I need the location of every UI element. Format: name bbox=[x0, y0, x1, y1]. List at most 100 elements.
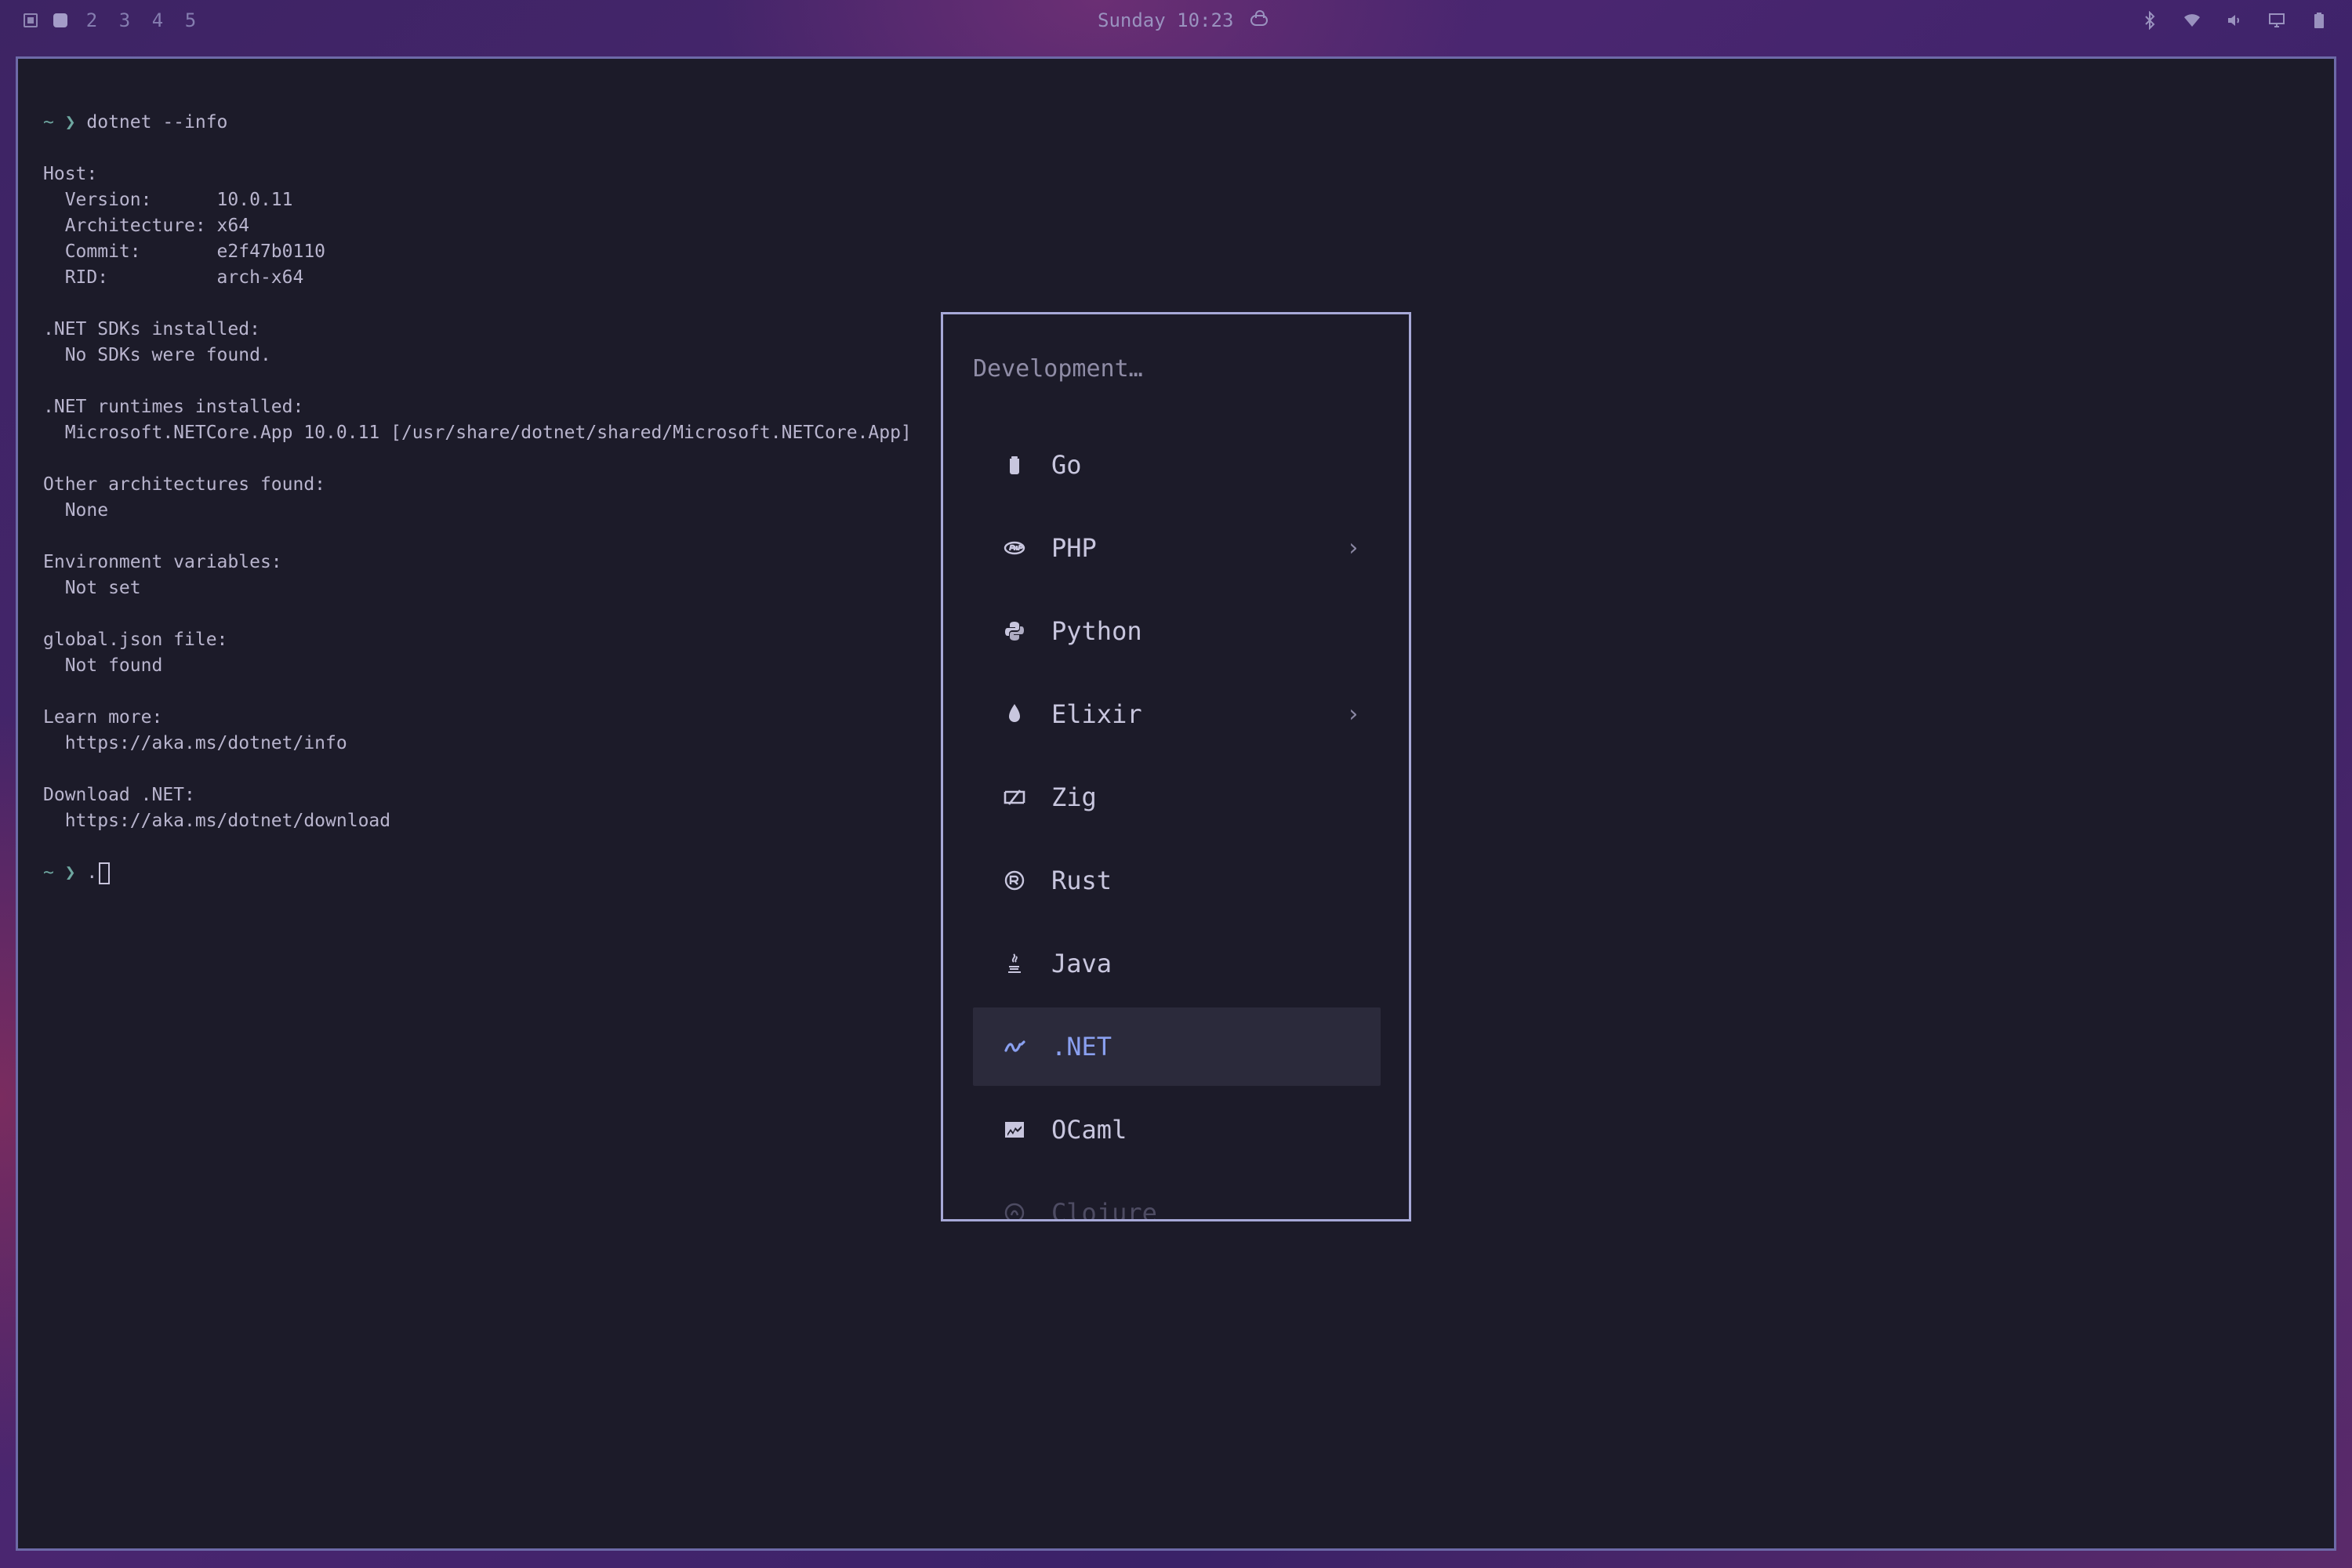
menu-item-rust[interactable]: Rust bbox=[973, 841, 1381, 920]
terminal-line: Environment variables: bbox=[43, 550, 912, 575]
zig-icon bbox=[1003, 786, 1026, 809]
terminal-line-text: RID: arch-x64 bbox=[43, 267, 304, 288]
terminal-line-text: Microsoft.NETCore.App 10.0.11 [/usr/shar… bbox=[43, 423, 912, 443]
menu-item-ocaml[interactable]: OCaml bbox=[973, 1091, 1381, 1169]
terminal-input-line[interactable]: ~ ❯ . bbox=[43, 860, 912, 886]
terminal-line: Learn more: bbox=[43, 705, 912, 731]
php-icon bbox=[1003, 536, 1026, 560]
menu-item-php[interactable]: PHP › bbox=[973, 509, 1381, 587]
terminal-line: No SDKs were found. bbox=[43, 343, 912, 368]
menu-item-label: Clojure bbox=[1051, 1198, 1157, 1221]
terminal-line-text: dotnet --info bbox=[86, 112, 228, 132]
menu-item-zig[interactable]: Zig bbox=[973, 758, 1381, 837]
volume-icon[interactable] bbox=[2225, 11, 2244, 30]
workspace-5[interactable]: 5 bbox=[182, 9, 199, 31]
menu-item-net[interactable]: .NET bbox=[973, 1007, 1381, 1086]
ocaml-icon bbox=[1003, 1118, 1026, 1142]
dotnet-icon bbox=[1003, 1035, 1026, 1058]
terminal-input[interactable]: . bbox=[86, 860, 97, 886]
terminal-line: Microsoft.NETCore.App 10.0.11 [/usr/shar… bbox=[43, 420, 912, 446]
terminal-line-text: .NET runtimes installed: bbox=[43, 397, 304, 417]
terminal-line-text: Not found bbox=[43, 655, 163, 676]
terminal-line: global.json file: bbox=[43, 627, 912, 653]
terminal-line-text: No SDKs were found. bbox=[43, 345, 271, 365]
workspace-4[interactable]: 4 bbox=[149, 9, 166, 31]
menu-item-label: Python bbox=[1051, 616, 1142, 646]
terminal-line: ~ ❯ dotnet --info bbox=[43, 110, 912, 136]
java-icon bbox=[1003, 952, 1026, 975]
top-bar: 2 3 4 5 Sunday 10:23 bbox=[0, 0, 2352, 41]
prompt-symbol: ~ ❯ bbox=[43, 112, 87, 132]
workspace-2[interactable]: 2 bbox=[83, 9, 100, 31]
weather-cloud-icon bbox=[1250, 10, 1269, 26]
rust-icon bbox=[1003, 869, 1026, 892]
terminal-line-text: Host: bbox=[43, 164, 98, 184]
menu-item-elixir[interactable]: Elixir › bbox=[973, 675, 1381, 753]
workspace-1-active-icon[interactable] bbox=[53, 13, 67, 27]
menu-item-label: Zig bbox=[1051, 782, 1097, 812]
terminal-line: Download .NET: bbox=[43, 782, 912, 808]
menu-item-clojure[interactable]: Clojure bbox=[973, 1174, 1381, 1221]
terminal-line: Host: bbox=[43, 162, 912, 187]
system-tray bbox=[2140, 0, 2328, 41]
chevron-right-icon: › bbox=[1345, 700, 1360, 728]
menu-item-label: Go bbox=[1051, 450, 1082, 480]
terminal-line: https://aka.ms/dotnet/download bbox=[43, 808, 912, 834]
menu-title: Development… bbox=[973, 355, 1143, 383]
menu-item-python[interactable]: Python bbox=[973, 592, 1381, 670]
menu-item-label: PHP bbox=[1051, 533, 1097, 563]
workspace-switcher: 2 3 4 5 bbox=[24, 0, 199, 41]
terminal-output: ~ ❯ dotnet --info Host: Version: 10.0.11 … bbox=[43, 110, 912, 886]
display-icon[interactable] bbox=[2267, 11, 2286, 30]
terminal-line-text: Learn more: bbox=[43, 707, 163, 728]
go-icon bbox=[1003, 453, 1026, 477]
terminal-line: Version: 10.0.11 bbox=[43, 187, 912, 213]
terminal-line: Commit: e2f47b0110 bbox=[43, 239, 912, 265]
terminal-line-text: Environment variables: bbox=[43, 552, 282, 572]
terminal-line: Architecture: x64 bbox=[43, 213, 912, 239]
terminal-line: Other architectures found: bbox=[43, 472, 912, 498]
terminal-line-text: Version: 10.0.11 bbox=[43, 190, 293, 210]
terminal-line-text: Not set bbox=[43, 578, 141, 598]
terminal-line-text: Architecture: x64 bbox=[43, 216, 250, 236]
terminal-line-text: Download .NET: bbox=[43, 785, 195, 805]
terminal-line-text: https://aka.ms/dotnet/download bbox=[43, 811, 391, 831]
terminal-line-text: Commit: e2f47b0110 bbox=[43, 241, 326, 262]
clock[interactable]: Sunday 10:23 bbox=[1098, 9, 1233, 31]
battery-icon[interactable] bbox=[2310, 11, 2328, 30]
bluetooth-icon[interactable] bbox=[2140, 11, 2159, 30]
workspace-overview-icon[interactable] bbox=[24, 13, 38, 27]
menu-item-go[interactable]: Go bbox=[973, 426, 1381, 504]
wifi-icon[interactable] bbox=[2183, 11, 2201, 30]
terminal-line: Not found bbox=[43, 653, 912, 679]
clojure-icon bbox=[1003, 1201, 1026, 1219]
terminal-line-text: https://aka.ms/dotnet/info bbox=[43, 733, 347, 753]
terminal-line: Not set bbox=[43, 575, 912, 601]
menu-item-label: Rust bbox=[1051, 866, 1112, 895]
menu-item-label: .NET bbox=[1051, 1032, 1112, 1062]
terminal-line-text: global.json file: bbox=[43, 630, 228, 650]
menu-item-label: Java bbox=[1051, 949, 1112, 978]
terminal-line: None bbox=[43, 498, 912, 524]
clock-area[interactable]: Sunday 10:23 bbox=[1098, 0, 1269, 41]
menu-item-java[interactable]: Java bbox=[973, 924, 1381, 1003]
chevron-right-icon: › bbox=[1345, 534, 1360, 562]
menu-item-label: Elixir bbox=[1051, 699, 1142, 729]
workspace-3[interactable]: 3 bbox=[116, 9, 133, 31]
terminal-line: RID: arch-x64 bbox=[43, 265, 912, 291]
terminal-line-text: Other architectures found: bbox=[43, 474, 326, 495]
python-icon bbox=[1003, 619, 1026, 643]
elixir-icon bbox=[1003, 702, 1026, 726]
terminal-cursor bbox=[99, 862, 111, 884]
menu-item-label: OCaml bbox=[1051, 1115, 1127, 1145]
development-menu: Development… Go PHP › Python Elixir › Zig Rust J… bbox=[941, 312, 1411, 1221]
